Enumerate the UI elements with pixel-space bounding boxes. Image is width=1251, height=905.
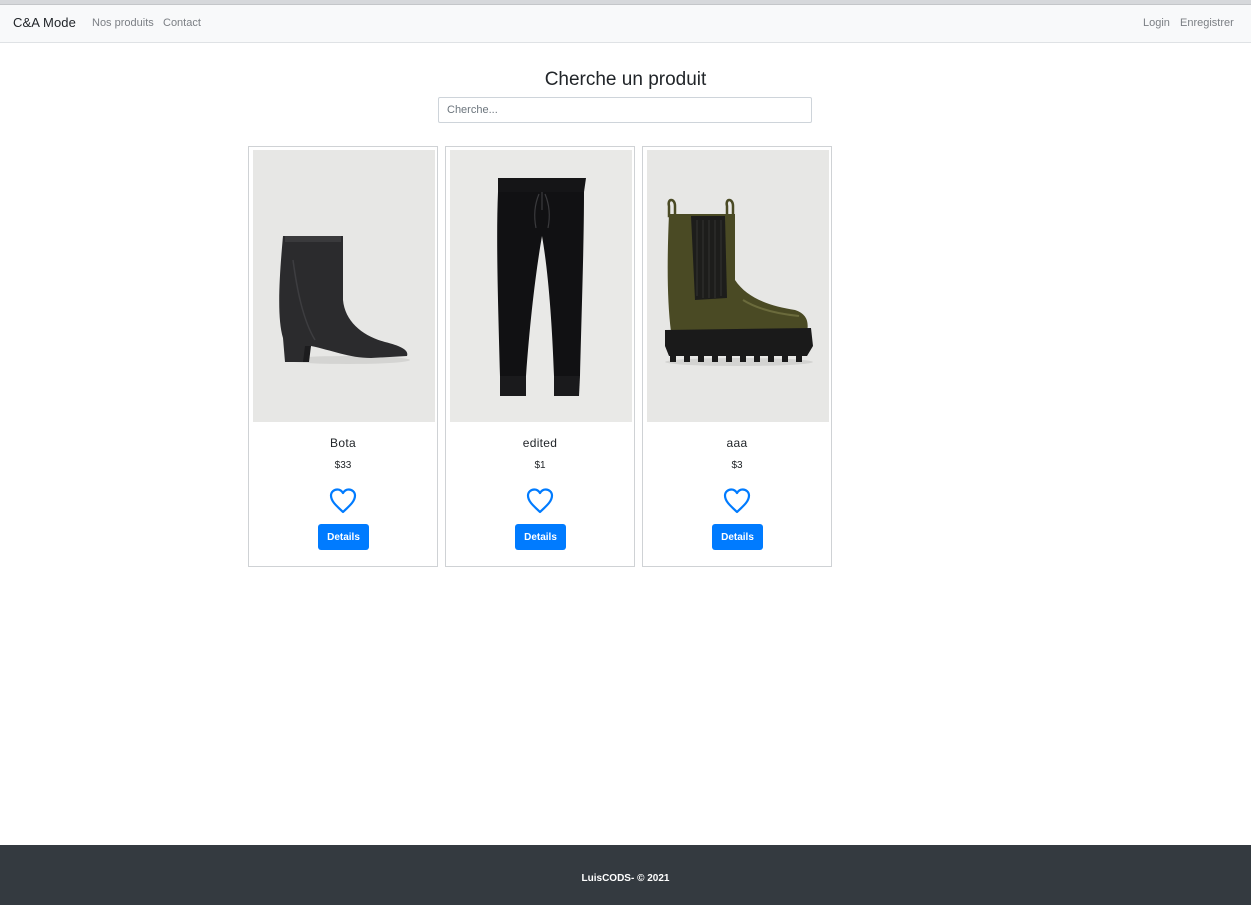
nav-link-nos-produits[interactable]: Nos produits bbox=[92, 17, 154, 29]
product-card: Bota $33 Details bbox=[248, 146, 438, 567]
heart-icon[interactable] bbox=[722, 486, 752, 516]
product-price: $33 bbox=[334, 460, 352, 471]
footer: LuisCODS- © 2021 bbox=[0, 845, 1251, 905]
footer-copyright: LuisCODS- © 2021 bbox=[581, 873, 670, 884]
details-button[interactable]: Details bbox=[515, 524, 566, 550]
product-price: $1 bbox=[534, 460, 546, 471]
product-name: Bota bbox=[330, 436, 356, 450]
product-name: edited bbox=[522, 436, 558, 450]
nav-link-enregistrer[interactable]: Enregistrer bbox=[1180, 17, 1234, 29]
details-button[interactable]: Details bbox=[318, 524, 369, 550]
product-price: $3 bbox=[731, 460, 743, 471]
search-input[interactable] bbox=[438, 97, 812, 123]
product-card: aaa $3 Details bbox=[642, 146, 832, 567]
details-button[interactable]: Details bbox=[712, 524, 763, 550]
product-name: aaa bbox=[726, 436, 748, 450]
brand-link[interactable]: C&A Mode bbox=[13, 15, 76, 30]
product-image-ankle-boot[interactable] bbox=[253, 150, 435, 422]
nav-link-contact[interactable]: Contact bbox=[163, 17, 201, 29]
product-image-chelsea-boot[interactable] bbox=[647, 150, 829, 422]
product-image-jogger-pants[interactable] bbox=[450, 150, 632, 422]
heart-icon[interactable] bbox=[328, 486, 358, 516]
nav-link-login[interactable]: Login bbox=[1143, 17, 1170, 29]
navbar: C&A Mode Nos produits Contact Login Enre… bbox=[0, 5, 1251, 43]
product-card: edited $1 Details bbox=[445, 146, 635, 567]
search-title: Cherche un produit bbox=[544, 69, 707, 90]
heart-icon[interactable] bbox=[525, 486, 555, 516]
